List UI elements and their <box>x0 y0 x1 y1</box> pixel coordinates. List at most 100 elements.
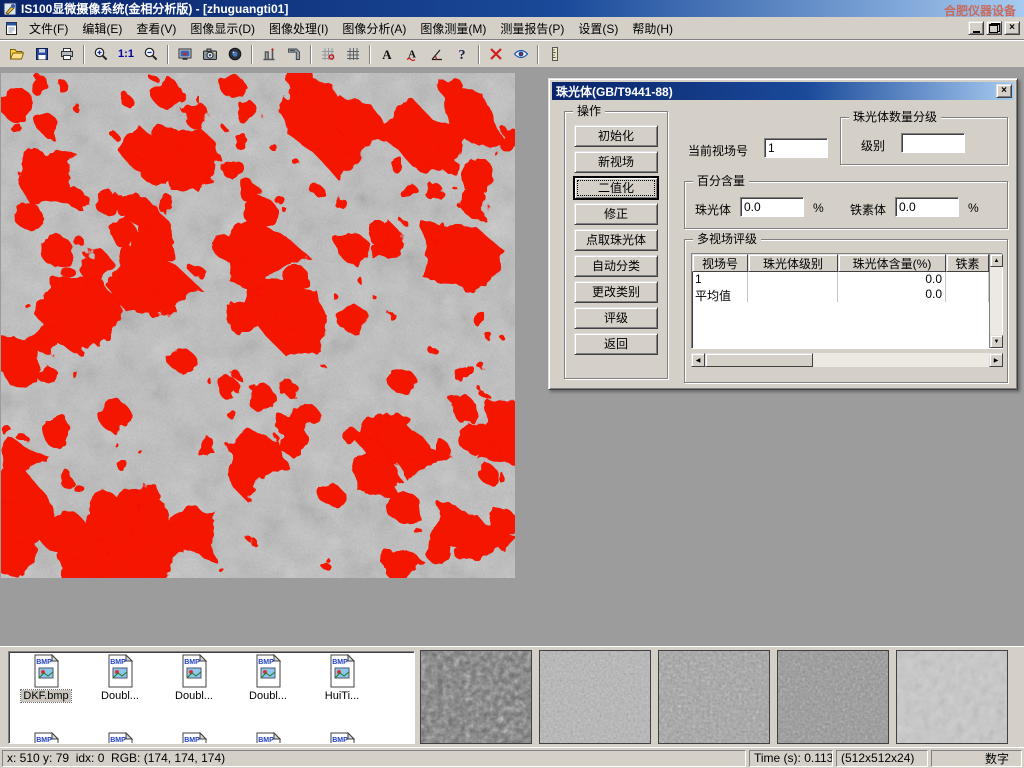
file-label[interactable]: DKF.bmp <box>21 690 70 702</box>
grade-button[interactable]: 评级 <box>574 307 658 329</box>
auto-classify-button[interactable]: 自动分类 <box>574 255 658 277</box>
file-item[interactable]: BMP <box>305 732 379 744</box>
file-item[interactable]: BMP Doubl... <box>231 654 305 702</box>
micrometer-icon[interactable] <box>282 43 306 66</box>
col-field-number[interactable]: 视场号 <box>692 254 748 272</box>
open-icon[interactable] <box>5 43 29 66</box>
restore-icon[interactable] <box>986 21 1002 35</box>
menu-image-processing[interactable]: 图像处理(I) <box>262 18 335 39</box>
help-icon[interactable]: ? <box>450 43 474 66</box>
dialog-title-bar[interactable]: 珠光体(GB/T9441-88) × <box>552 82 1014 100</box>
current-field-input[interactable]: 1 <box>764 138 828 158</box>
col-ferrite[interactable]: 铁素 <box>946 254 989 272</box>
actual-size-icon[interactable]: 1:1 <box>114 43 138 66</box>
svg-text:BMP: BMP <box>184 659 200 666</box>
cell-content: 0.0 <box>838 287 946 302</box>
scroll-right-icon[interactable]: ▶ <box>989 353 1003 367</box>
capture-icon[interactable] <box>223 43 247 66</box>
scroll-up-icon[interactable]: ▲ <box>990 254 1003 267</box>
scrollbar-thumb[interactable] <box>705 353 813 367</box>
col-pearlite-content[interactable]: 珠光体含量(%) <box>838 254 946 272</box>
menu-image-measure[interactable]: 图像测量(M) <box>413 18 493 39</box>
file-label[interactable]: Doubl... <box>247 690 289 702</box>
pearlite-percent-input[interactable]: 0.0 <box>740 197 804 217</box>
document-icon[interactable] <box>4 21 19 36</box>
file-item[interactable]: BMP <box>231 732 305 744</box>
menu-edit[interactable]: 编辑(E) <box>75 18 129 39</box>
ferrite-percent-input[interactable]: 0.0 <box>895 197 959 217</box>
ruler-icon[interactable] <box>543 43 567 66</box>
file-item[interactable]: BMP <box>9 732 83 744</box>
table-horizontal-scrollbar[interactable]: ◀ ▶ <box>691 353 1003 367</box>
thumbnail-image[interactable] <box>658 650 770 744</box>
file-label[interactable]: Doubl... <box>99 690 141 702</box>
zoom-out-icon[interactable] <box>139 43 163 66</box>
menu-image-display[interactable]: 图像显示(D) <box>183 18 262 39</box>
minimize-icon[interactable] <box>968 21 984 35</box>
menu-measure-report[interactable]: 测量报告(P) <box>493 18 571 39</box>
print-icon[interactable] <box>55 43 79 66</box>
table-row[interactable]: 1 0.0 <box>692 272 989 287</box>
file-item[interactable]: BMP <box>157 732 231 744</box>
return-button[interactable]: 返回 <box>574 333 658 355</box>
file-item[interactable]: BMP DKF.bmp <box>9 654 83 702</box>
cell-ferrite <box>946 272 989 287</box>
thumbnail-image[interactable] <box>896 650 1008 744</box>
new-field-button[interactable]: 新视场 <box>574 151 658 173</box>
zoom-in-icon[interactable] <box>89 43 113 66</box>
toolbar-separator <box>369 45 371 64</box>
preview-eye-icon[interactable] <box>509 43 533 66</box>
screen-display-icon[interactable] <box>173 43 197 66</box>
file-item[interactable]: BMP <box>83 732 157 744</box>
initialize-button[interactable]: 初始化 <box>574 125 658 147</box>
file-label[interactable]: HuiTi... <box>323 690 361 702</box>
table-row[interactable]: 平均值 0.0 <box>692 287 989 302</box>
font-style-icon[interactable]: A <box>400 43 424 66</box>
angle-measure-icon[interactable] <box>425 43 449 66</box>
save-icon[interactable] <box>30 43 54 66</box>
svg-text:BMP: BMP <box>110 659 126 666</box>
file-item[interactable]: BMP HuiTi... <box>305 654 379 702</box>
menu-settings[interactable]: 设置(S) <box>571 18 625 39</box>
multi-field-table[interactable]: 视场号 珠光体级别 珠光体含量(%) 铁素 1 0.0 平均值 <box>691 253 1003 349</box>
binarize-button[interactable]: 二值化 <box>574 177 658 199</box>
file-listbox[interactable]: BMP DKF.bmp BMP Doubl... BMP <box>8 651 415 744</box>
menu-view[interactable]: 查看(V) <box>129 18 183 39</box>
title-bar[interactable]: IS100显微摄像系统(金相分析版) - [zhuguangti01] <box>0 0 1024 17</box>
menu-help[interactable]: 帮助(H) <box>625 18 680 39</box>
ferrite-label: 铁素体 <box>850 201 886 218</box>
correct-button[interactable]: 修正 <box>574 203 658 225</box>
grid-icon[interactable] <box>341 43 365 66</box>
status-image-size: (512x512x24) <box>836 750 928 767</box>
thumbnail-image[interactable] <box>420 650 532 744</box>
thumbnail-image[interactable] <box>539 650 651 744</box>
specimen-image[interactable] <box>1 73 515 578</box>
bmp-file-icon: BMP <box>31 654 61 688</box>
delete-measurement-icon[interactable] <box>484 43 508 66</box>
scroll-left-icon[interactable]: ◀ <box>691 353 705 367</box>
svg-text:A: A <box>382 47 392 62</box>
thumbnail-image[interactable] <box>777 650 889 744</box>
file-label[interactable]: Doubl... <box>173 690 215 702</box>
camera-icon[interactable] <box>198 43 222 66</box>
pearlite-percent-sign: % <box>813 201 824 215</box>
scrollbar-track[interactable] <box>705 353 989 367</box>
text-annotation-icon[interactable]: A <box>375 43 399 66</box>
col-pearlite-grade[interactable]: 珠光体级别 <box>748 254 838 272</box>
bmp-file-icon: BMP <box>327 732 357 744</box>
change-class-button[interactable]: 更改类别 <box>574 281 658 303</box>
file-item[interactable]: BMP Doubl... <box>157 654 231 702</box>
menu-file[interactable]: 文件(F) <box>22 18 75 39</box>
caliper-icon[interactable] <box>257 43 281 66</box>
scroll-down-icon[interactable]: ▼ <box>990 335 1003 348</box>
pick-pearlite-button[interactable]: 点取珠光体 <box>574 229 658 251</box>
level-input[interactable] <box>901 133 965 153</box>
menu-image-analysis[interactable]: 图像分析(A) <box>335 18 413 39</box>
grid-measure-icon[interactable] <box>316 43 340 66</box>
cell-grade <box>748 287 838 302</box>
file-item[interactable]: BMP Doubl... <box>83 654 157 702</box>
table-vertical-scrollbar[interactable]: ▲ ▼ <box>989 254 1002 348</box>
toolbar-separator <box>167 45 169 64</box>
close-icon[interactable]: × <box>1004 21 1020 35</box>
dialog-close-icon[interactable]: × <box>996 84 1012 98</box>
